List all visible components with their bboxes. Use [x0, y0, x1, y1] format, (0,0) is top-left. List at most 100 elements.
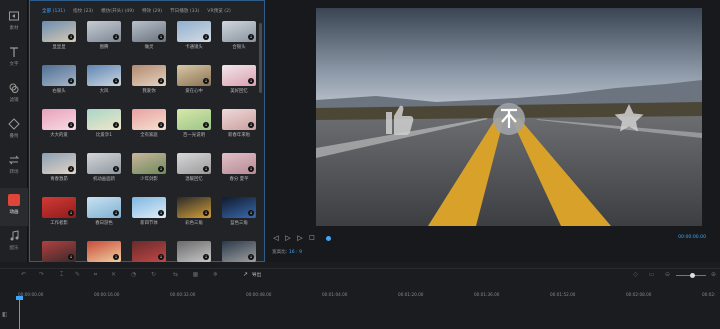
- rewind-icon[interactable]: ◁: [272, 234, 280, 242]
- download-icon[interactable]: ↓: [248, 122, 254, 128]
- download-icon[interactable]: ↓: [158, 254, 164, 260]
- animation-card[interactable]: ↓ 比爱孕1: [87, 109, 121, 139]
- download-icon[interactable]: ↓: [203, 34, 209, 40]
- sidebar-item-transition[interactable]: 转场: [0, 148, 28, 186]
- animation-card[interactable]: ↓ 美好回忆: [222, 65, 256, 95]
- animation-card[interactable]: ↓ 春分 夏芊: [222, 153, 256, 183]
- animation-card[interactable]: ↓: [132, 241, 166, 271]
- tab-category[interactable]: 特效 (29): [142, 8, 162, 14]
- animation-card[interactable]: ↓ 做灵: [132, 21, 166, 51]
- animation-card[interactable]: ↓ 温暖回忆: [177, 153, 211, 183]
- tab-category[interactable]: 节日播放 (33): [170, 8, 199, 14]
- sidebar-item-filter[interactable]: 滤镜: [0, 76, 28, 114]
- undo-icon[interactable]: ↶: [20, 271, 27, 278]
- animation-card[interactable]: ↓ 百一光说明: [177, 109, 211, 139]
- animation-card[interactable]: ↓ 春日游色: [87, 197, 121, 227]
- download-icon[interactable]: ↓: [203, 210, 209, 216]
- zoom-slider-handle[interactable]: [690, 273, 695, 278]
- animation-card[interactable]: ↓ 爱在心中: [177, 65, 211, 95]
- download-icon[interactable]: ↓: [158, 78, 164, 84]
- playhead[interactable]: [19, 296, 20, 329]
- export-button[interactable]: 导出: [252, 272, 261, 278]
- download-icon[interactable]: ↓: [158, 34, 164, 40]
- animation-card[interactable]: ↓: [177, 241, 211, 271]
- download-icon[interactable]: ↓: [113, 78, 119, 84]
- animation-card[interactable]: ↓: [222, 241, 256, 271]
- download-icon[interactable]: ↓: [68, 210, 74, 216]
- edit-icon[interactable]: ✎: [74, 271, 81, 278]
- mirror-icon[interactable]: ⇆: [172, 271, 179, 278]
- animation-card[interactable]: ↓ 右服头: [42, 65, 76, 95]
- redo-icon[interactable]: ↷: [38, 271, 45, 278]
- export-icon[interactable]: ↗: [242, 271, 249, 278]
- download-icon[interactable]: ↓: [203, 166, 209, 172]
- download-icon[interactable]: ↓: [113, 122, 119, 128]
- zoom-in-icon[interactable]: ⊕: [710, 271, 717, 278]
- animation-card[interactable]: ↓ 卡通镜头: [177, 21, 211, 51]
- download-icon[interactable]: ↓: [158, 122, 164, 128]
- animation-card[interactable]: ↓ 我爱你: [132, 65, 166, 95]
- animation-card[interactable]: ↓ 全有家庭: [132, 109, 166, 139]
- download-icon[interactable]: ↓: [203, 122, 209, 128]
- rotate-icon[interactable]: ↻: [150, 271, 157, 278]
- download-icon[interactable]: ↓: [158, 166, 164, 172]
- sidebar-item-animation[interactable]: 动画: [0, 188, 28, 226]
- track-toggle-icon[interactable]: ◧: [2, 311, 8, 318]
- download-icon[interactable]: ↓: [203, 78, 209, 84]
- animation-card[interactable]: ↓ 青春激昂: [42, 153, 76, 183]
- animation-card[interactable]: ↓ 图腾: [87, 21, 121, 51]
- stop-icon[interactable]: □: [308, 234, 316, 242]
- download-icon[interactable]: ↓: [113, 34, 119, 40]
- animation-card[interactable]: ↓ 工作者影: [42, 197, 76, 227]
- download-icon[interactable]: ↓: [68, 78, 74, 84]
- tab-category[interactable]: 指纹 (23): [73, 8, 93, 14]
- sidebar-item-music[interactable]: 配乐: [0, 224, 28, 262]
- download-icon[interactable]: ↓: [68, 122, 74, 128]
- download-icon[interactable]: ↓: [248, 166, 254, 172]
- forward-icon[interactable]: ▷: [296, 234, 304, 242]
- aspect-ratio[interactable]: 宽高比: 16 : 9: [272, 249, 302, 255]
- animation-card[interactable]: ↓ 合银头: [222, 21, 256, 51]
- download-icon[interactable]: ↓: [158, 210, 164, 216]
- fit-icon[interactable]: ▭: [648, 271, 655, 278]
- animation-card[interactable]: ↓ 彩色三角: [177, 197, 211, 227]
- tab-category[interactable]: VR预览 (2): [207, 8, 231, 14]
- animation-card[interactable]: ↓ 新春年来啦: [222, 109, 256, 139]
- sidebar-item-overlay[interactable]: 叠附: [0, 112, 28, 150]
- animation-card[interactable]: ↓ 蓝色三角: [222, 197, 256, 227]
- freeze-icon[interactable]: ❄: [212, 271, 219, 278]
- download-icon[interactable]: ↓: [68, 254, 74, 260]
- download-icon[interactable]: ↓: [248, 34, 254, 40]
- crop-icon[interactable]: ⌗: [92, 271, 99, 278]
- sidebar-item-text[interactable]: 文字: [0, 40, 28, 78]
- download-icon[interactable]: ↓: [68, 166, 74, 172]
- animation-card[interactable]: ↓: [42, 241, 76, 271]
- split-icon[interactable]: ⌶: [58, 271, 65, 278]
- speed-icon[interactable]: ◔: [130, 271, 137, 278]
- download-icon[interactable]: ↓: [248, 254, 254, 260]
- tab-category[interactable]: 全部 (131): [42, 8, 65, 14]
- animation-card[interactable]: ↓ 新四节体: [132, 197, 166, 227]
- tab-category[interactable]: 模仿(开头) (49): [101, 8, 134, 14]
- download-icon[interactable]: ↓: [113, 254, 119, 260]
- download-icon[interactable]: ↓: [113, 166, 119, 172]
- download-icon[interactable]: ↓: [248, 78, 254, 84]
- panel-scrollbar[interactable]: [259, 23, 262, 93]
- download-icon[interactable]: ↓: [68, 34, 74, 40]
- animation-card[interactable]: ↓ 显显显: [42, 21, 76, 51]
- delete-icon[interactable]: ✕: [110, 271, 117, 278]
- animation-card[interactable]: ↓: [87, 241, 121, 271]
- sidebar-item-media[interactable]: 素材: [0, 4, 28, 42]
- shield-icon[interactable]: ◇: [632, 271, 639, 278]
- play-icon[interactable]: ▷: [284, 234, 292, 242]
- animation-card[interactable]: ↓ 大风: [87, 65, 121, 95]
- animation-card[interactable]: ↓ 少年剑影: [132, 153, 166, 183]
- timeline-ruler[interactable]: 00:00:00.00 00:00:16.00 00:00:32.00 00:00:4…: [0, 288, 720, 300]
- progress-handle[interactable]: [326, 236, 331, 241]
- download-icon[interactable]: ↓: [248, 210, 254, 216]
- animation-card[interactable]: ↓ 大大的爱: [42, 109, 76, 139]
- download-icon[interactable]: ↓: [203, 254, 209, 260]
- mosaic-icon[interactable]: ▦: [192, 271, 199, 278]
- download-icon[interactable]: ↓: [113, 210, 119, 216]
- animation-card[interactable]: ↓ 机动画面新: [87, 153, 121, 183]
